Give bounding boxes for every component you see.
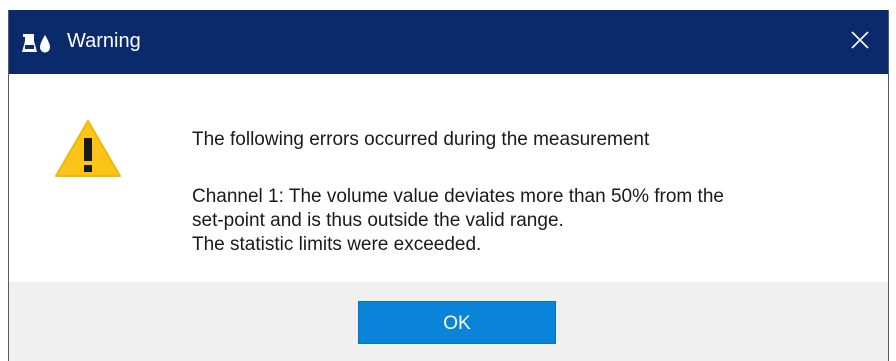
message-headline: The following errors occurred during the… xyxy=(192,129,650,150)
close-icon xyxy=(850,30,870,55)
detail-line: The statistic limits were exceeded. xyxy=(192,234,482,255)
title-bar[interactable]: Warning xyxy=(9,10,888,74)
button-bar: OK xyxy=(9,282,888,361)
detail-line: set-point and is thus outside the valid … xyxy=(192,210,564,231)
flask-drop-icon xyxy=(21,32,55,54)
close-button[interactable] xyxy=(832,10,888,74)
detail-line: Channel 1: The volume value deviates mor… xyxy=(192,186,724,207)
message-detail: Channel 1: The volume value deviates mor… xyxy=(192,185,724,257)
warning-dialog: Warning The following errors occurred du… xyxy=(8,10,889,361)
window-title: Warning xyxy=(67,30,141,52)
ok-button[interactable]: OK xyxy=(358,301,556,344)
message-area: The following errors occurred during the… xyxy=(9,74,888,282)
warning-icon xyxy=(54,118,122,178)
